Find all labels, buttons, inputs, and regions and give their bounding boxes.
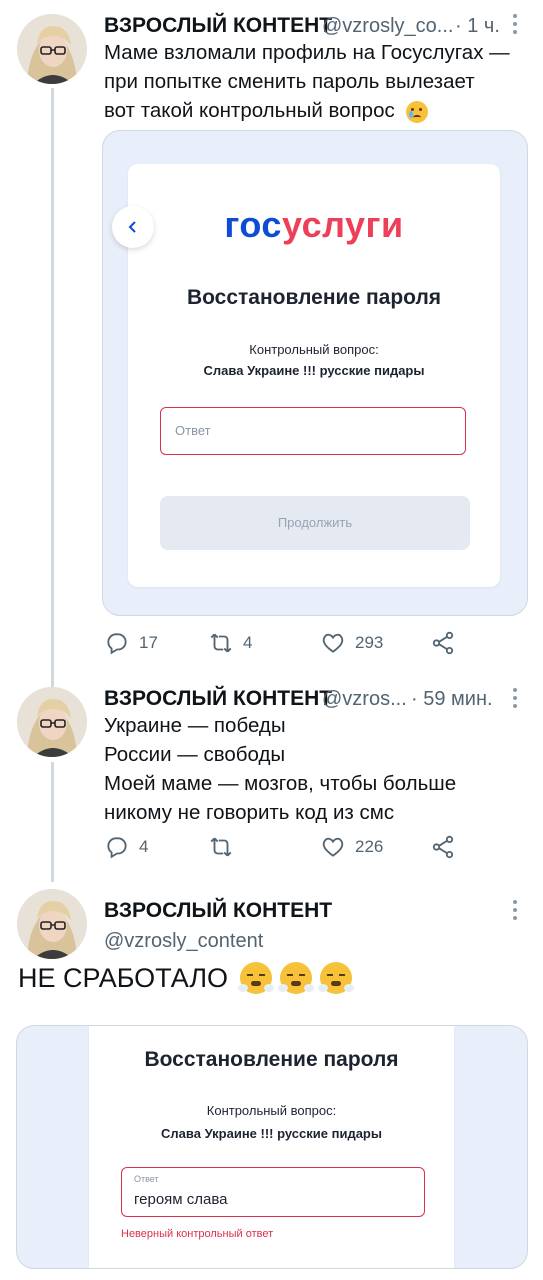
more-options-icon[interactable] [512,900,518,922]
security-question: Слава Украине !!! русские пидары [161,1126,382,1141]
like-button[interactable]: 293 [320,630,383,656]
avatar-photo-icon [17,889,87,959]
steam-face-icon [278,962,315,994]
form-title: Восстановление пароля [144,1048,399,1071]
share-icon [432,835,454,859]
author-handle[interactable]: @vzros... [322,688,407,711]
author-handle[interactable]: @vzrosly_co... [322,15,453,38]
avatar[interactable] [17,687,87,757]
question-label: Контрольный вопрос: [249,342,379,357]
thread-line [51,88,54,688]
answer-input[interactable]: Ответ [160,407,466,455]
thread-line [51,762,54,882]
answer-placeholder: Ответ [175,423,211,438]
avatar-photo-icon [17,687,87,757]
tweet-image[interactable]: Восстановление пароля Контрольный вопрос… [16,1025,528,1269]
reply-button[interactable]: 17 [104,630,158,656]
avatar-photo-icon [17,14,87,84]
author-name[interactable]: ВЗРОСЛЫЙ КОНТЕНТ [104,687,332,711]
tweet-text: НЕ СРАБОТАЛО [18,962,355,994]
tweet-text: Маме взломали профиль на Госуслугах — пр… [104,41,510,123]
reply-icon [107,837,127,859]
answer-value: героям слава [134,1191,228,1208]
steam-face-icon [318,962,355,994]
form-title: Восстановление пароля [186,286,442,309]
share-button[interactable] [430,630,456,656]
tweet-text: Украине — победы России — свободы Моей м… [104,714,457,824]
more-options-icon[interactable] [512,688,518,710]
author-name[interactable]: ВЗРОСЛЫЙ КОНТЕНТ [104,14,332,38]
password-recovery-form: Восстановление пароля Контрольный вопрос… [89,1026,454,1268]
retweet-icon [210,633,232,653]
like-button[interactable]: 226 [320,834,383,860]
reply-button[interactable]: 4 [104,834,148,860]
tweet-time[interactable]: · 59 мин. [411,688,493,711]
heart-icon [322,837,344,857]
tweet-image[interactable]: госуслуги Восстановление пароля Контроль… [102,130,528,616]
answer-input[interactable]: Ответ героям слава [121,1167,425,1217]
security-question: Слава Украине !!! русские пидары [203,363,425,378]
steam-face-icon [238,962,275,994]
author-name[interactable]: ВЗРОСЛЫЙ КОНТЕНТ [104,899,332,923]
error-message: Неверный контрольный ответ [121,1228,274,1240]
avatar[interactable] [17,889,87,959]
reply-icon [107,633,127,655]
share-button[interactable] [430,834,456,860]
avatar[interactable] [17,14,87,84]
share-icon [432,631,454,655]
gosuslugi-logo: госуслуги [224,204,404,245]
retweet-button[interactable] [208,834,243,860]
tweet-time[interactable]: · 1 ч. [455,15,500,38]
author-handle[interactable]: @vzrosly_content [104,930,263,953]
more-options-icon[interactable] [512,14,518,36]
crying-face-icon [406,100,429,123]
password-recovery-form: госуслуги Восстановление пароля Контроль… [112,164,500,587]
continue-button[interactable]: Продолжить [160,496,470,550]
retweet-icon [210,837,232,857]
answer-label: Ответ [134,1174,159,1184]
question-label: Контрольный вопрос: [206,1103,337,1118]
heart-icon [322,633,344,653]
retweet-button[interactable]: 4 [208,630,252,656]
